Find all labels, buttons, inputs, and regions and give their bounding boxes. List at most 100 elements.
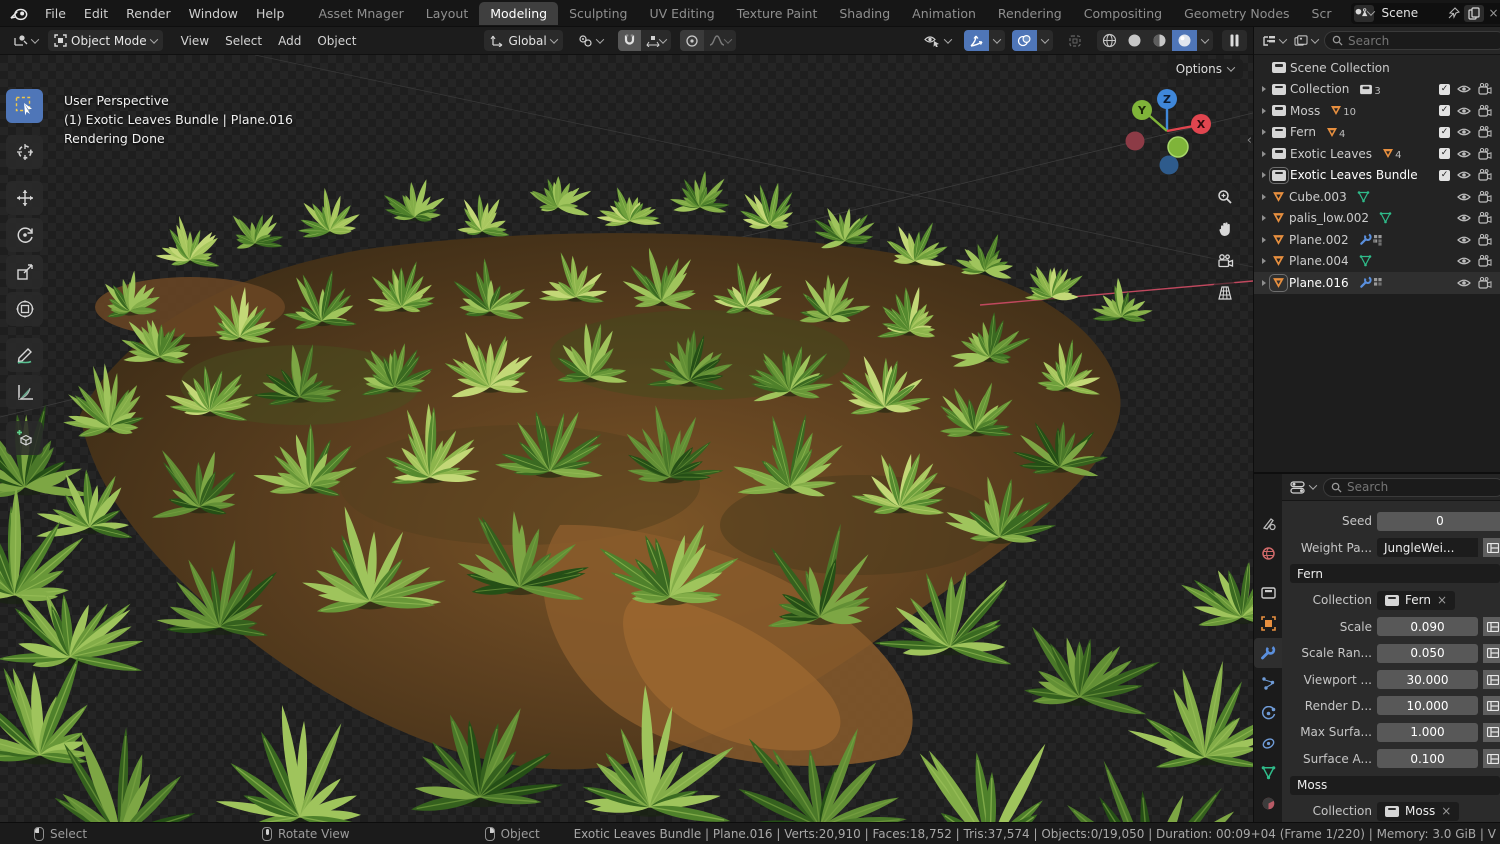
camera-render-icon[interactable] bbox=[1478, 234, 1492, 246]
overlays-dropdown-button[interactable] bbox=[1037, 30, 1053, 51]
library-icon[interactable] bbox=[1483, 644, 1500, 663]
eye-icon[interactable] bbox=[1457, 278, 1471, 288]
proportional-edit-toggle[interactable] bbox=[680, 30, 704, 51]
max-surface-field[interactable]: 1.000 bbox=[1377, 723, 1478, 742]
expand-arrow-icon[interactable] bbox=[1262, 86, 1266, 92]
tab-tool[interactable] bbox=[1254, 508, 1282, 538]
scale-field[interactable]: 0.090 bbox=[1377, 617, 1478, 636]
show-overlays-toggle[interactable] bbox=[1012, 30, 1037, 51]
tool-measure[interactable] bbox=[6, 375, 43, 409]
tab-collection-properties[interactable] bbox=[1254, 578, 1282, 608]
outliner-row-exotic-leaves-bundle[interactable]: Exotic Leaves Bundle ✓ bbox=[1254, 165, 1500, 187]
camera-render-icon[interactable] bbox=[1478, 126, 1492, 138]
sidebar-collapse-arrow[interactable]: ‹ bbox=[1247, 133, 1252, 148]
seed-field[interactable]: 0 bbox=[1377, 512, 1500, 531]
eye-icon[interactable] bbox=[1457, 235, 1471, 245]
editor-type-button[interactable] bbox=[6, 30, 44, 51]
outliner-search-input[interactable] bbox=[1348, 34, 1498, 48]
tab-material-properties[interactable] bbox=[1254, 788, 1282, 818]
properties-display-button[interactable] bbox=[1288, 477, 1318, 498]
gizmo-axis-neg-z[interactable] bbox=[1160, 156, 1179, 175]
properties-search-input[interactable] bbox=[1347, 480, 1497, 494]
shading-material-button[interactable] bbox=[1147, 30, 1172, 51]
tab-scripting[interactable]: Scr bbox=[1301, 2, 1343, 25]
gizmos-dropdown-button[interactable] bbox=[989, 30, 1005, 51]
exclude-checkbox[interactable]: ✓ bbox=[1439, 84, 1450, 95]
eye-icon[interactable] bbox=[1457, 192, 1471, 202]
tab-physics-properties[interactable] bbox=[1254, 698, 1282, 728]
remove-icon[interactable]: × bbox=[1437, 593, 1447, 607]
outliner-row-plane-004[interactable]: Plane.004 bbox=[1254, 251, 1500, 273]
camera-render-icon[interactable] bbox=[1478, 148, 1492, 160]
viewport-3d[interactable]: User Perspective (1) Exotic Leaves Bundl… bbox=[0, 55, 1253, 822]
camera-render-icon[interactable] bbox=[1478, 169, 1492, 181]
gizmo-axis-neg-y[interactable] bbox=[1168, 137, 1188, 157]
navigation-gizmo[interactable]: Z Y X bbox=[1121, 85, 1213, 177]
exclude-checkbox[interactable]: ✓ bbox=[1439, 148, 1450, 159]
eye-icon[interactable] bbox=[1457, 170, 1471, 180]
camera-render-icon[interactable] bbox=[1478, 105, 1492, 117]
outliner-row-collection[interactable]: Collection 3 ✓ bbox=[1254, 79, 1500, 101]
tab-geometry-nodes[interactable]: Geometry Nodes bbox=[1173, 2, 1300, 25]
tab-object-properties[interactable] bbox=[1254, 608, 1282, 638]
tab-layout[interactable]: Layout bbox=[415, 2, 480, 25]
eye-icon[interactable] bbox=[1457, 106, 1471, 116]
zoom-button[interactable] bbox=[1211, 183, 1239, 211]
tab-shading[interactable]: Shading bbox=[828, 2, 901, 25]
eye-icon[interactable] bbox=[1457, 127, 1471, 137]
expand-arrow-icon[interactable] bbox=[1262, 215, 1266, 221]
tab-modifier-properties[interactable] bbox=[1254, 638, 1282, 668]
tool-annotate[interactable] bbox=[6, 338, 43, 372]
expand-arrow-icon[interactable] bbox=[1262, 151, 1266, 157]
outliner-row-scene-collection[interactable]: Scene Collection bbox=[1254, 57, 1500, 79]
shading-solid-button[interactable] bbox=[1122, 30, 1147, 51]
expand-arrow-icon[interactable] bbox=[1262, 258, 1266, 264]
new-scene-icon[interactable] bbox=[1464, 5, 1484, 22]
tab-asset-manager[interactable]: Asset Mnager bbox=[307, 2, 414, 25]
tab-rendering[interactable]: Rendering bbox=[987, 2, 1073, 25]
outliner-row-cube-003[interactable]: Cube.003 bbox=[1254, 186, 1500, 208]
proportional-falloff-button[interactable] bbox=[704, 30, 736, 51]
mode-selector[interactable]: Object Mode bbox=[48, 30, 163, 51]
tab-compositing[interactable]: Compositing bbox=[1073, 2, 1173, 25]
fern-name-field[interactable]: Fern bbox=[1290, 564, 1500, 583]
pan-hand-button[interactable] bbox=[1211, 215, 1239, 243]
shading-wireframe-button[interactable] bbox=[1097, 30, 1122, 51]
pivot-point-button[interactable] bbox=[572, 30, 609, 51]
tool-add-primitive[interactable] bbox=[6, 421, 43, 455]
tool-cursor[interactable] bbox=[6, 135, 43, 169]
outliner-row-palis-low-002[interactable]: palis_low.002 bbox=[1254, 208, 1500, 230]
menu-object[interactable]: Object bbox=[309, 34, 364, 48]
pin-icon[interactable] bbox=[1444, 5, 1464, 22]
tab-sculpting[interactable]: Sculpting bbox=[558, 2, 638, 25]
exclude-checkbox[interactable]: ✓ bbox=[1439, 105, 1450, 116]
scene-browse-icon[interactable] bbox=[1354, 5, 1374, 22]
tab-texture-paint[interactable]: Texture Paint bbox=[726, 2, 829, 25]
gizmo-axis-neg-x[interactable] bbox=[1126, 132, 1145, 151]
tab-uv-editing[interactable]: UV Editing bbox=[638, 2, 725, 25]
pause-render-button[interactable] bbox=[1222, 30, 1247, 51]
eye-icon[interactable] bbox=[1457, 84, 1471, 94]
tab-animation[interactable]: Animation bbox=[901, 2, 987, 25]
camera-render-icon[interactable] bbox=[1478, 83, 1492, 95]
snap-toggle-magnet-icon[interactable] bbox=[618, 30, 641, 51]
fern-collection-chip[interactable]: Fern × bbox=[1377, 591, 1455, 610]
tab-constraint-properties[interactable] bbox=[1254, 728, 1282, 758]
properties-search[interactable] bbox=[1323, 478, 1500, 497]
library-icon[interactable] bbox=[1483, 723, 1500, 742]
moss-collection-chip[interactable]: Moss × bbox=[1377, 802, 1459, 821]
camera-render-icon[interactable] bbox=[1478, 277, 1492, 289]
menu-render[interactable]: Render bbox=[117, 6, 180, 21]
expand-arrow-icon[interactable] bbox=[1262, 172, 1266, 178]
tool-scale[interactable] bbox=[6, 255, 43, 289]
expand-arrow-icon[interactable] bbox=[1262, 129, 1266, 135]
render-display-field[interactable]: 10.000 bbox=[1377, 696, 1478, 715]
snap-settings-button[interactable] bbox=[641, 30, 671, 51]
blender-logo-icon[interactable] bbox=[0, 6, 36, 21]
library-icon[interactable] bbox=[1483, 749, 1500, 768]
tab-data-properties[interactable] bbox=[1254, 758, 1282, 788]
library-icon[interactable] bbox=[1483, 617, 1500, 636]
library-icon[interactable] bbox=[1483, 670, 1500, 689]
transform-orientation-selector[interactable]: Global bbox=[484, 30, 562, 51]
camera-view-button[interactable] bbox=[1211, 247, 1239, 275]
